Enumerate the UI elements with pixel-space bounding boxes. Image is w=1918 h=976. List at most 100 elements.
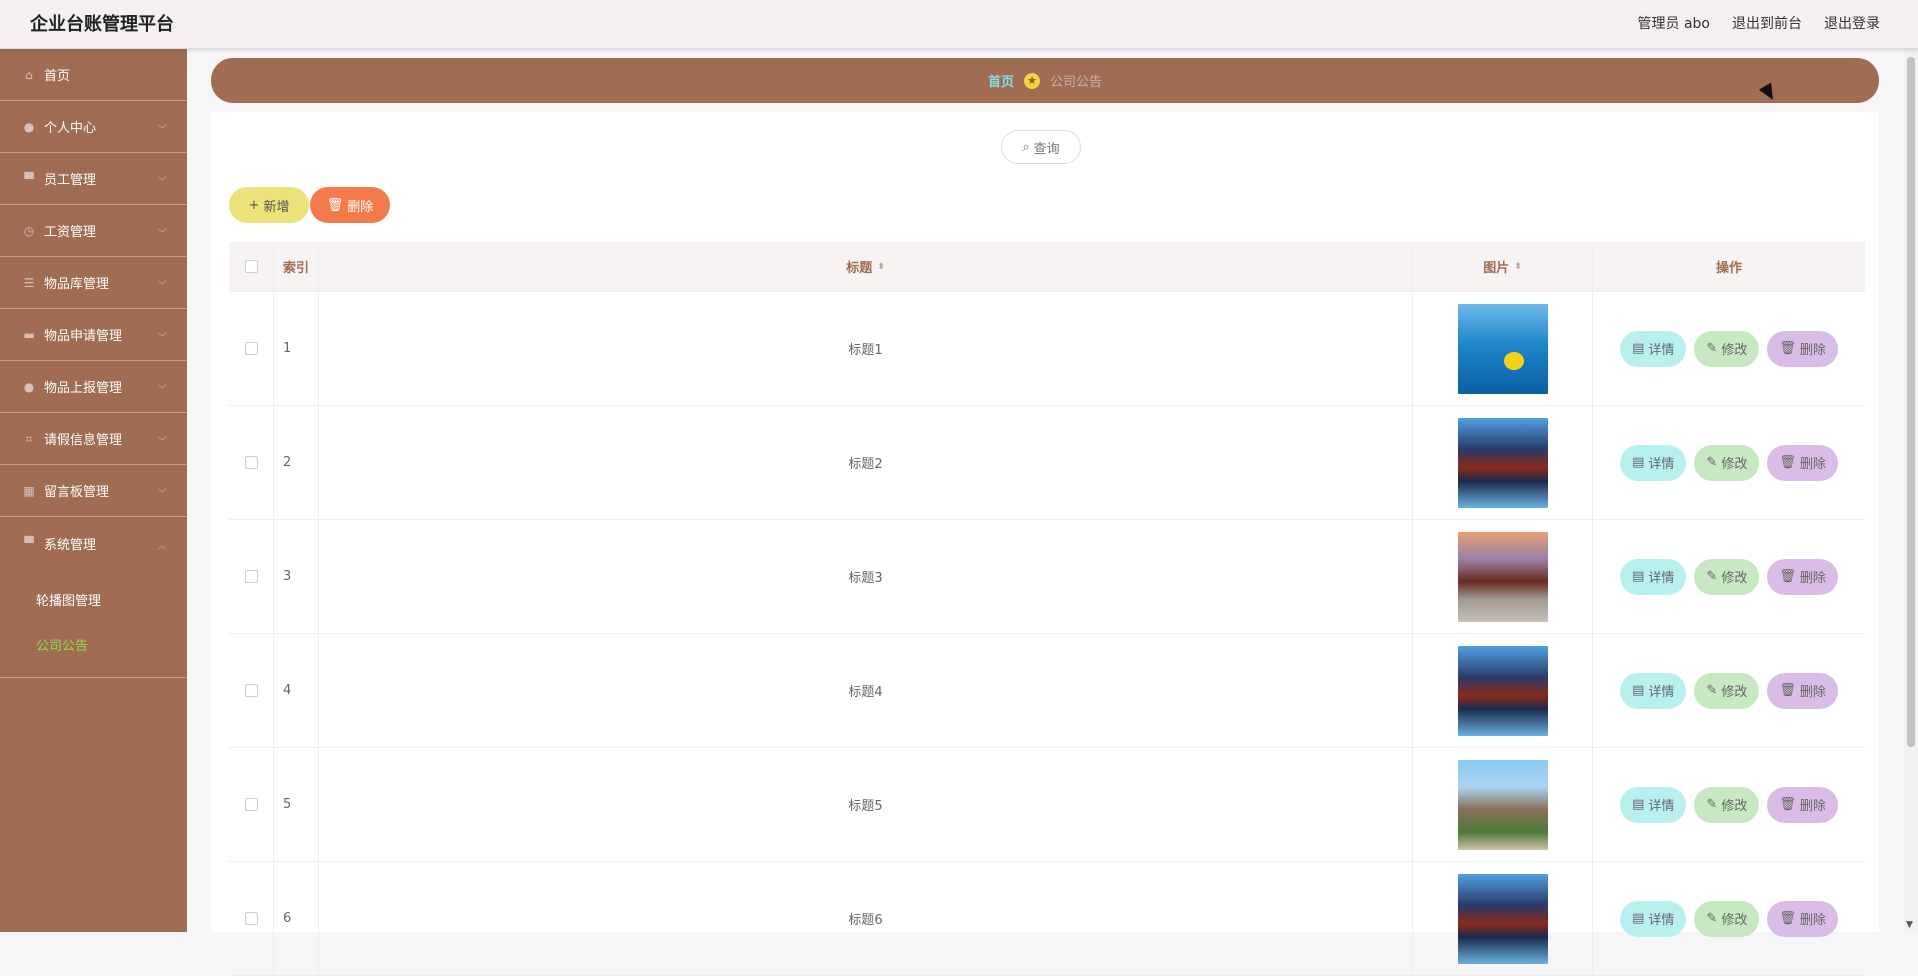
delete-button[interactable]: 🗑 删除 (1767, 672, 1838, 709)
thumbnail-image[interactable] (1457, 417, 1548, 508)
edit-button[interactable]: ✎ 修改 (1694, 558, 1760, 595)
edit-button[interactable]: ✎ 修改 (1694, 672, 1760, 709)
page-scrollbar[interactable]: ▼ (1904, 49, 1918, 932)
sidebar-item-report[interactable]: ● 物品上报管理 ﹀ (0, 361, 187, 413)
edit-button[interactable]: ✎ 修改 (1694, 786, 1760, 823)
sidebar-item-home[interactable]: ⌂ 首页 (0, 49, 187, 101)
sidebar-item-leave[interactable]: ⌗ 请假信息管理 ﹀ (0, 413, 187, 465)
logout-link[interactable]: 退出登录 (1824, 13, 1880, 33)
clock-icon: ◷ (23, 223, 35, 238)
home-icon: ⌂ (25, 67, 33, 82)
edit-label: 修改 (1721, 685, 1748, 700)
row-checkbox[interactable] (244, 684, 258, 697)
pencil-icon: ✎ (1706, 911, 1718, 926)
scrollbar-thumb[interactable] (1907, 57, 1915, 747)
chevron-down-icon: ﹀ (157, 489, 167, 500)
edit-button[interactable]: ✎ 修改 (1694, 900, 1760, 937)
row-checkbox[interactable] (244, 342, 258, 355)
announcement-table: 索引 标题 ⬍ 图片 ⬍ 操作 1 标题1 ▤ 详情 ✎ 修改 🗑 删除 2 标… (229, 242, 1865, 976)
add-button-label: 新增 (263, 199, 290, 215)
sidebar: ⌂ 首页 ● 个人中心 ﹀ ▀ 员工管理 ﹀ ◷ 工资管理 ﹀ ☰ 物品库管理 … (0, 49, 187, 932)
row-image-cell (1413, 292, 1593, 405)
row-ops: ▤ 详情 ✎ 修改 🗑 删除 (1593, 748, 1865, 861)
system-submenu: 轮播图管理 公司公告 (0, 569, 187, 678)
row-checkbox[interactable] (244, 456, 258, 469)
user-icon: ● (23, 379, 35, 394)
thumbnail-image[interactable] (1457, 873, 1548, 964)
thumbnail-image[interactable] (1457, 303, 1548, 394)
row-checkbox-cell (229, 520, 274, 633)
row-checkbox[interactable] (244, 570, 258, 583)
row-index: 2 (274, 406, 319, 519)
star-icon: ★ (1024, 72, 1040, 89)
header-title-label: 标题 (846, 261, 873, 276)
thumbnail-image[interactable] (1457, 759, 1548, 850)
select-all-checkbox[interactable] (244, 260, 258, 273)
search-icon: ⌕ (1022, 139, 1030, 155)
pencil-icon: ✎ (1706, 341, 1718, 356)
row-title: 标题6 (319, 862, 1413, 975)
delete-label: 删除 (1799, 913, 1826, 928)
add-button[interactable]: + 新增 (229, 187, 309, 223)
sidebar-item-label: 系统管理 (44, 537, 97, 553)
row-checkbox[interactable] (244, 798, 258, 811)
breadcrumb-home[interactable]: 首页 (988, 71, 1014, 90)
delete-button[interactable]: 🗑 删除 (1767, 330, 1838, 367)
delete-button[interactable]: 🗑 删除 (1767, 444, 1838, 481)
scroll-down-arrow-icon[interactable]: ▼ (1906, 920, 1913, 930)
sidebar-item-system[interactable]: ▀ 系统管理 ︿ (0, 517, 187, 569)
thumbnail-image[interactable] (1457, 531, 1548, 622)
grid-icon: ▦ (23, 483, 35, 498)
detail-button[interactable]: ▤ 详情 (1620, 672, 1687, 709)
table-header: 索引 标题 ⬍ 图片 ⬍ 操作 (229, 242, 1865, 292)
trash-icon: 🗑 (1779, 341, 1796, 356)
document-icon: ▤ (1632, 683, 1645, 698)
delete-label: 删除 (1799, 457, 1826, 472)
detail-button[interactable]: ▤ 详情 (1620, 786, 1687, 823)
sidebar-item-personal[interactable]: ● 个人中心 ﹀ (0, 101, 187, 153)
row-ops: ▤ 详情 ✎ 修改 🗑 删除 (1593, 406, 1865, 519)
edit-button[interactable]: ✎ 修改 (1694, 330, 1760, 367)
breadcrumb-current: 公司公告 (1050, 75, 1103, 90)
header-image[interactable]: 图片 ⬍ (1413, 242, 1593, 291)
sidebar-item-message[interactable]: ▦ 留言板管理 ﹀ (0, 465, 187, 517)
crop-icon: ⌗ (25, 431, 33, 446)
sidebar-item-employee[interactable]: ▀ 员工管理 ﹀ (0, 153, 187, 205)
search-button[interactable]: ⌕ 查询 (1001, 130, 1081, 164)
row-checkbox-cell (229, 748, 274, 861)
row-image-cell (1413, 520, 1593, 633)
pencil-icon: ✎ (1706, 455, 1718, 470)
edit-label: 修改 (1721, 913, 1748, 928)
detail-button[interactable]: ▤ 详情 (1620, 900, 1687, 937)
pencil-icon: ✎ (1706, 683, 1718, 698)
sidebar-item-inventory[interactable]: ☰ 物品库管理 ﹀ (0, 257, 187, 309)
row-checkbox[interactable] (244, 912, 258, 925)
admin-user-label[interactable]: 管理员 abo (1638, 13, 1710, 33)
sidebar-subitem-announcement[interactable]: 公司公告 (0, 622, 187, 667)
row-title: 标题5 (319, 748, 1413, 861)
delete-button[interactable]: 🗑 删除 (1767, 786, 1838, 823)
delete-button[interactable]: 🗑 删除 (1767, 558, 1838, 595)
sidebar-item-label: 个人中心 (44, 121, 97, 136)
batch-delete-button[interactable]: 🗑 删除 (310, 187, 390, 223)
pencil-icon: ✎ (1706, 569, 1718, 584)
detail-label: 详情 (1648, 457, 1675, 472)
sidebar-item-salary[interactable]: ◷ 工资管理 ﹀ (0, 205, 187, 257)
delete-button[interactable]: 🗑 删除 (1767, 900, 1838, 937)
header-title[interactable]: 标题 ⬍ (319, 242, 1413, 291)
document-icon: ▤ (1632, 569, 1645, 584)
exit-to-front-link[interactable]: 退出到前台 (1732, 13, 1802, 33)
thumbnail-image[interactable] (1457, 645, 1548, 736)
detail-button[interactable]: ▤ 详情 (1620, 558, 1687, 595)
row-image-cell (1413, 406, 1593, 519)
edit-button[interactable]: ✎ 修改 (1694, 444, 1760, 481)
detail-button[interactable]: ▤ 详情 (1620, 330, 1687, 367)
detail-button[interactable]: ▤ 详情 (1620, 444, 1687, 481)
app-title: 企业台账管理平台 (30, 14, 174, 35)
row-index: 3 (274, 520, 319, 633)
chevron-down-icon: ﹀ (157, 385, 167, 396)
table-row: 1 标题1 ▤ 详情 ✎ 修改 🗑 删除 (229, 292, 1865, 406)
row-title: 标题3 (319, 520, 1413, 633)
sidebar-item-request[interactable]: ▬ 物品申请管理 ﹀ (0, 309, 187, 361)
sidebar-subitem-carousel[interactable]: 轮播图管理 (0, 577, 187, 622)
